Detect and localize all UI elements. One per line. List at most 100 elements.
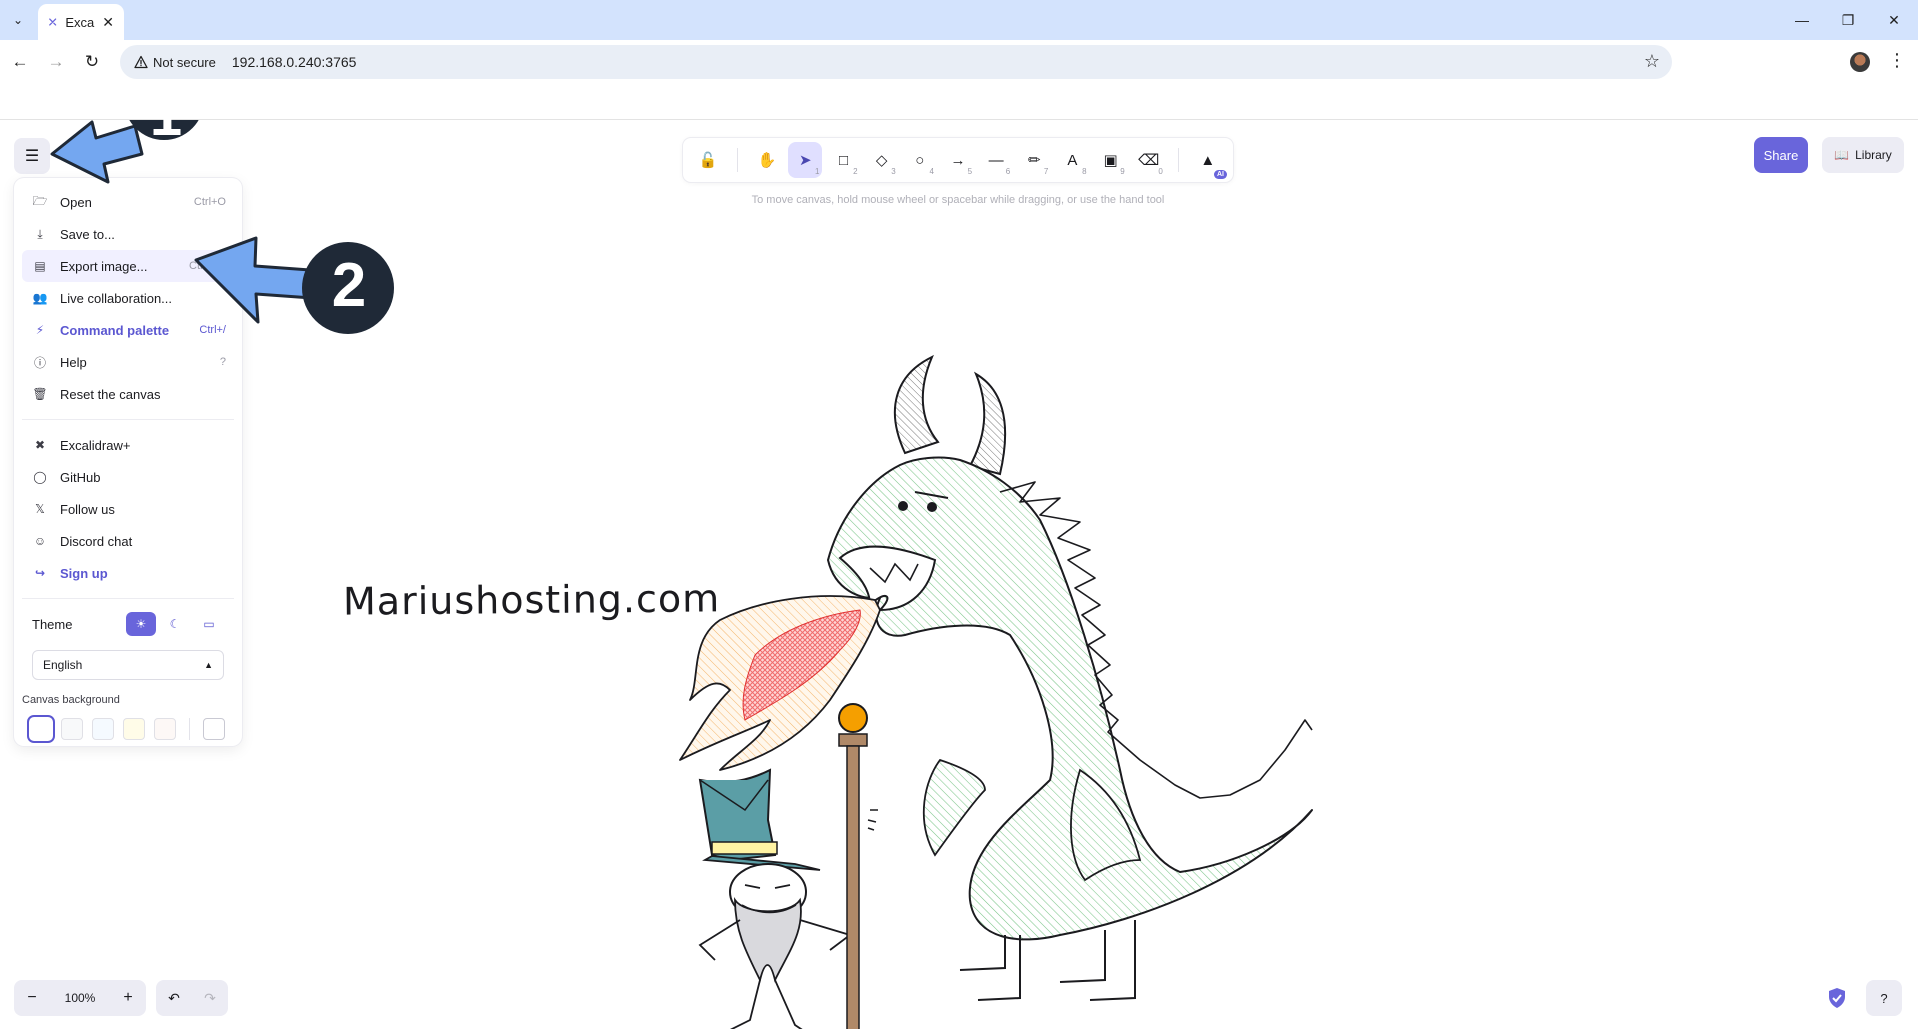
tool-key: 8 bbox=[1082, 167, 1087, 176]
tool-key: 6 bbox=[1005, 167, 1011, 176]
swatch-divider bbox=[189, 718, 190, 740]
sun-icon: ☀ bbox=[135, 617, 147, 631]
tool-rectangle[interactable]: □ 2 bbox=[826, 142, 860, 178]
minimize-icon[interactable]: — bbox=[1788, 8, 1816, 32]
tool-key: 5 bbox=[967, 167, 973, 176]
tool-hand[interactable]: ✋ bbox=[750, 142, 784, 178]
tool-key: 2 bbox=[853, 167, 858, 176]
ellipse-icon: ○ bbox=[915, 151, 925, 169]
background-swatch[interactable] bbox=[61, 718, 83, 740]
menu-divider bbox=[22, 598, 234, 599]
theme-dark-option[interactable]: ☾ bbox=[160, 612, 190, 636]
tool-ellipse[interactable]: ○ 4 bbox=[903, 142, 937, 178]
tool-lock[interactable]: 🔓 bbox=[691, 142, 725, 178]
tab-close-icon[interactable]: ✕ bbox=[102, 14, 114, 31]
menu-item-sign-up[interactable]: ↪ Sign up bbox=[22, 557, 234, 589]
excalidraw-favicon-icon bbox=[49, 18, 57, 26]
menu-item-label: Excalidraw+ bbox=[60, 437, 131, 453]
tools-toolbar: 🔓 ✋ ➤ 1 □ 2 ◇ 3 ○ 4 → 5 —6 ✏ 7 A8 ▣ 9 ⌫ 0 ▲ AI bbox=[683, 138, 1233, 182]
book-icon: 📖 bbox=[1834, 148, 1850, 162]
undo-button[interactable]: ↶ bbox=[156, 980, 192, 1016]
forward-icon[interactable]: → bbox=[42, 48, 70, 76]
back-icon[interactable]: ← bbox=[6, 48, 34, 76]
zoom-out-button[interactable]: − bbox=[14, 980, 50, 1016]
moon-icon: ☾ bbox=[169, 617, 181, 631]
tool-text[interactable]: A8 bbox=[1055, 142, 1089, 178]
theme-toggle: ☀ ☾ ▭ bbox=[126, 612, 224, 636]
tool-key: 9 bbox=[1120, 167, 1125, 176]
background-swatch[interactable] bbox=[123, 718, 145, 740]
tool-key: 1 bbox=[814, 167, 820, 176]
rectangle-icon: □ bbox=[838, 151, 849, 169]
menu-item-label: Follow us bbox=[60, 501, 115, 517]
menu-item-github[interactable]: ◯ GitHub bbox=[22, 461, 234, 493]
arrow-icon: → bbox=[950, 151, 966, 169]
tool-diamond[interactable]: ◇ 3 bbox=[865, 142, 899, 178]
tool-draw[interactable]: ✏ 7 bbox=[1017, 142, 1051, 178]
discord-icon: ☺ bbox=[33, 534, 47, 548]
menu-item-label: GitHub bbox=[60, 469, 101, 485]
canvas-background-swatches bbox=[22, 715, 234, 743]
help-button[interactable]: ? bbox=[1866, 980, 1902, 1016]
sign-in-icon: ↪ bbox=[34, 566, 46, 580]
tool-image[interactable]: ▣ 9 bbox=[1094, 142, 1128, 178]
menu-divider bbox=[22, 419, 234, 420]
tool-key: 3 bbox=[891, 167, 896, 176]
chevron-down-icon: ⌄ bbox=[12, 13, 24, 27]
tool-eraser[interactable]: ⌫ 0 bbox=[1132, 142, 1166, 178]
shapes-icon: ▲ bbox=[1200, 151, 1216, 169]
lock-icon: 🔓 bbox=[698, 152, 718, 169]
window-close-icon[interactable]: ✕ bbox=[1880, 8, 1908, 32]
tool-arrow[interactable]: → 5 bbox=[941, 142, 975, 178]
browser-menu-icon[interactable]: ⋮ bbox=[1888, 50, 1906, 71]
tab-search-button[interactable]: ⌄ bbox=[6, 8, 30, 32]
background-swatch[interactable] bbox=[92, 718, 114, 740]
browser-tab[interactable]: Exca ✕ bbox=[38, 4, 124, 40]
caret-up-icon: ▲ bbox=[204, 660, 213, 670]
background-swatch[interactable] bbox=[27, 715, 55, 743]
tool-selection[interactable]: ➤ 1 bbox=[788, 142, 823, 178]
bookmark-star-icon[interactable]: ☆ bbox=[1644, 51, 1660, 72]
excalidraw-app: Mariushosting.com ☰ 🔓 ✋ ➤ 1 □ 2 ◇ 3 ○ 4 → 5 —… bbox=[0, 83, 1918, 1029]
menu-item-label: Sign up bbox=[60, 565, 108, 581]
history-controls: ↶ ↷ bbox=[156, 980, 228, 1016]
diamond-icon: ◇ bbox=[875, 152, 888, 169]
tool-line[interactable]: —6 bbox=[979, 142, 1013, 178]
menu-item-reset-canvas[interactable]: 🗑 Reset the canvas bbox=[22, 378, 234, 410]
callout-arrow-1 bbox=[50, 120, 144, 184]
reload-icon[interactable]: ↻ bbox=[78, 48, 106, 76]
wizard-staff bbox=[838, 703, 878, 1029]
security-chip[interactable]: Not secure bbox=[128, 49, 226, 75]
security-label: Not secure bbox=[153, 54, 216, 70]
tool-key: 4 bbox=[929, 167, 934, 176]
menu-item-follow-us[interactable]: 𝕏 Follow us bbox=[22, 493, 234, 525]
theme-system-option[interactable]: ▭ bbox=[194, 612, 224, 636]
zoom-in-button[interactable]: + bbox=[110, 980, 146, 1016]
address-bar[interactable]: Not secure 192.168.0.240:3765 ☆ bbox=[120, 45, 1672, 79]
theme-light-option[interactable]: ☀ bbox=[126, 612, 156, 636]
share-button[interactable]: Share bbox=[1754, 137, 1808, 173]
pencil-icon: ✏ bbox=[1027, 152, 1041, 169]
custom-background-swatch[interactable] bbox=[203, 718, 225, 740]
zoom-reset-button[interactable]: 100% bbox=[50, 991, 110, 1005]
line-icon: — bbox=[988, 151, 1004, 169]
library-button[interactable]: 📖 Library bbox=[1822, 137, 1904, 173]
tool-more[interactable]: ▲ AI bbox=[1191, 142, 1227, 179]
language-select[interactable]: English ▲ bbox=[32, 650, 224, 680]
tool-key: 0 bbox=[1158, 167, 1163, 176]
menu-item-label: Discord chat bbox=[60, 533, 133, 549]
menu-item-excalidraw-plus[interactable]: ✖ Excalidraw+ bbox=[22, 429, 234, 461]
restore-icon[interactable]: ❐ bbox=[1834, 8, 1862, 32]
warning-icon bbox=[134, 55, 148, 69]
menu-item-label: Reset the canvas bbox=[60, 386, 161, 402]
tool-key: 7 bbox=[1043, 167, 1049, 176]
redo-icon: ↷ bbox=[204, 989, 216, 1006]
plus-icon: + bbox=[123, 989, 133, 1006]
shield-check-icon[interactable] bbox=[1827, 987, 1847, 1009]
background-swatch[interactable] bbox=[154, 718, 176, 740]
library-label: Library bbox=[1855, 148, 1892, 162]
profile-avatar[interactable] bbox=[1850, 52, 1870, 72]
redo-button[interactable]: ↷ bbox=[192, 980, 228, 1016]
menu-item-discord[interactable]: ☺ Discord chat bbox=[22, 525, 234, 557]
monitor-icon: ▭ bbox=[203, 617, 215, 631]
